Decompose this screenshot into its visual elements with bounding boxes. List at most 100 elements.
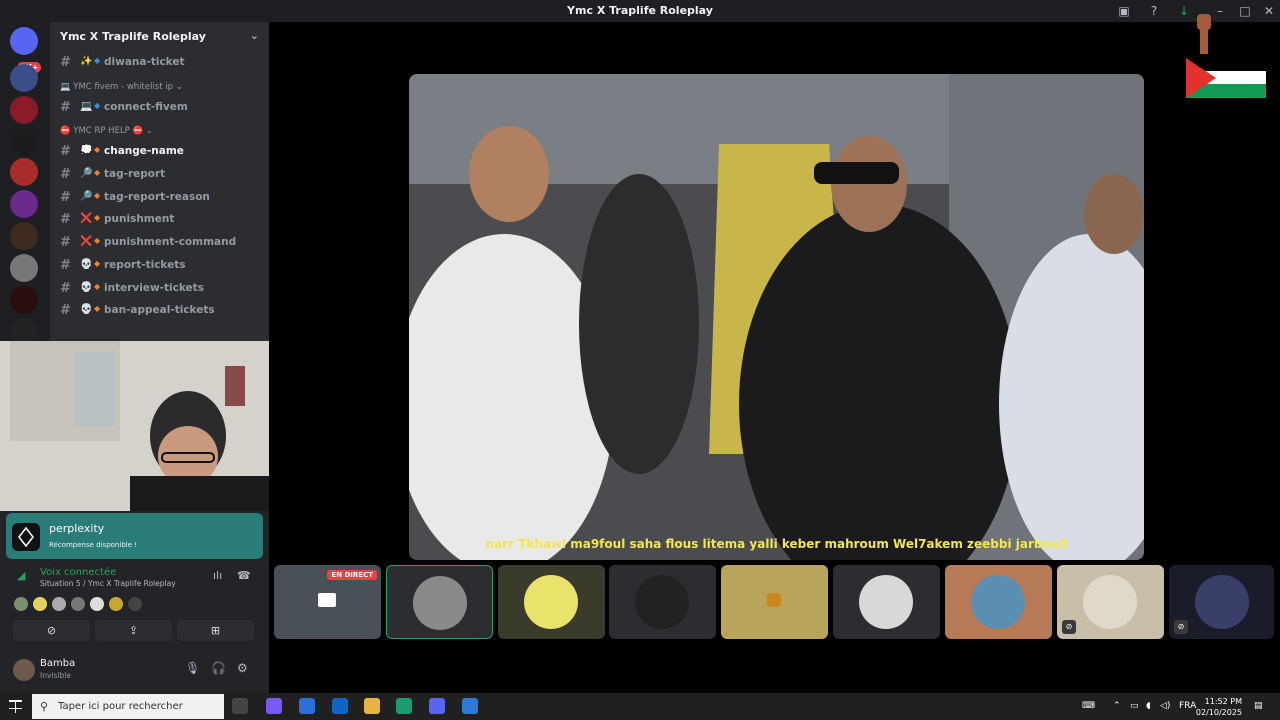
channel-item[interactable]: # 💀 ◆ interview-tickets: [50, 278, 269, 301]
windows-start-icon[interactable]: [9, 700, 22, 715]
channel-hash-icon: #: [60, 303, 71, 319]
channel-label: report-tickets: [104, 258, 186, 271]
inbox-icon[interactable]: ▣: [1116, 3, 1132, 19]
channel-label: interview-tickets: [104, 281, 204, 294]
server-icon[interactable]: [10, 96, 38, 124]
participant-tile[interactable]: [945, 565, 1052, 639]
channel-emoji: 💻: [80, 100, 93, 112]
chevron-up-icon[interactable]: ⌃: [1113, 701, 1121, 711]
channel-emoji: ✨: [80, 56, 93, 67]
outlook-icon[interactable]: [332, 698, 348, 714]
channel-emoji: 🔎: [80, 190, 93, 202]
voice-location[interactable]: Situation 5 / Ymc X Traplife Roleplay: [40, 579, 176, 588]
volume-icon[interactable]: ◁): [1160, 701, 1170, 711]
participant-tile[interactable]: [498, 565, 605, 639]
participant-tile[interactable]: ⊘: [1057, 565, 1164, 639]
server-icon[interactable]: [10, 286, 38, 314]
avatar: [1083, 575, 1137, 629]
direct-messages-icon[interactable]: [10, 27, 38, 55]
network-icon[interactable]: ▭: [1130, 701, 1139, 711]
participant-tile[interactable]: EN DIRECT: [274, 565, 381, 639]
channel-item[interactable]: # 🔎 ◆ tag-report: [50, 164, 269, 187]
channel-hash-icon: #: [60, 167, 71, 183]
channel-item[interactable]: # 💀 ◆ report-tickets: [50, 255, 269, 278]
edge-icon[interactable]: [396, 698, 412, 714]
screen-share-button[interactable]: ⇪: [95, 620, 172, 641]
participant-tile[interactable]: [386, 565, 493, 639]
diamond-icon: ◆: [94, 304, 101, 314]
channel-label: diwana-ticket: [104, 56, 185, 68]
channel-hash-icon: #: [60, 257, 71, 273]
server-icon[interactable]: [10, 254, 38, 282]
channel-item[interactable]: # ❌ ◆ punishment: [50, 209, 269, 232]
server-icon[interactable]: [10, 190, 38, 218]
signal-icon[interactable]: ◢: [17, 569, 25, 582]
file-explorer-icon[interactable]: [364, 698, 380, 714]
task-view-icon[interactable]: [232, 698, 248, 714]
discord-icon[interactable]: [429, 698, 445, 714]
channel-category[interactable]: ⛔ YMC RP HELP ⛔ ⌄: [50, 119, 269, 141]
microphone-tray-icon[interactable]: ◖: [1146, 701, 1151, 711]
help-icon[interactable]: ?: [1146, 3, 1162, 19]
settings-gear-icon[interactable]: ⚙: [237, 661, 248, 675]
guild-header[interactable]: Ymc X Traplife Roleplay ⌄: [50, 22, 269, 52]
activities-button[interactable]: ⊞: [177, 620, 254, 641]
server-icon[interactable]: [10, 222, 38, 250]
promo-banner[interactable]: perplexity Récompense disponible !: [6, 513, 263, 559]
channel-item[interactable]: # 💀 ◆ ban-appeal-tickets: [50, 300, 269, 323]
user-status: Invisible: [40, 671, 71, 680]
notifications-icon[interactable]: ▤: [1254, 701, 1263, 711]
channel-item[interactable]: # 🔎 ◆ tag-report-reason: [50, 187, 269, 210]
channel-hash-icon: #: [60, 144, 71, 160]
app-icon[interactable]: [462, 698, 478, 714]
close-icon[interactable]: ✕: [1261, 3, 1277, 19]
copilot-icon[interactable]: [266, 698, 282, 714]
keyboard-icon[interactable]: ⌨: [1082, 701, 1095, 711]
noise-suppression-icon[interactable]: ılı: [213, 569, 222, 582]
voice-connected-label[interactable]: Voix connectée: [40, 567, 116, 578]
participant-tile[interactable]: ⊘: [1169, 565, 1274, 639]
stream-video[interactable]: narr Tkhawi ma9foul saha flous litema ya…: [409, 74, 1144, 560]
avatar[interactable]: [14, 597, 28, 611]
clock[interactable]: 11:52 PM 02/10/2025: [1196, 696, 1242, 718]
maximize-icon[interactable]: □: [1237, 3, 1253, 19]
windows-taskbar: ⚲ Taper ici pour rechercher ⌨ ⌃ ▭ ◖ ◁) F…: [0, 693, 1280, 720]
webcam-image: [0, 341, 303, 511]
camera-off-button[interactable]: ⊘: [13, 620, 90, 641]
channel-item[interactable]: # ❌ ◆ punishment-command: [50, 232, 269, 255]
channel-item[interactable]: # 💻 ◆ connect-fivem: [50, 97, 269, 120]
clock-date: 02/10/2025: [1195, 708, 1242, 717]
headphones-icon[interactable]: 🎧: [211, 661, 226, 675]
perplexity-logo-icon: [12, 523, 40, 551]
avatar[interactable]: [109, 597, 123, 611]
diamond-icon: ◆: [94, 145, 101, 155]
avatar[interactable]: [128, 597, 142, 611]
avatar[interactable]: [90, 597, 104, 611]
channel-label: punishment: [104, 213, 175, 226]
username: Bamba: [40, 658, 76, 669]
participant-tile[interactable]: [721, 565, 828, 639]
participant-tile[interactable]: [609, 565, 716, 639]
avatar[interactable]: [52, 597, 66, 611]
language-indicator[interactable]: FRA: [1179, 701, 1196, 711]
microphone-icon[interactable]: 🎙: [185, 661, 200, 675]
store-icon[interactable]: [299, 698, 315, 714]
server-icon[interactable]: [10, 158, 38, 186]
avatar: [767, 593, 781, 607]
channel-item[interactable]: # 💭 ◆ change-name: [50, 141, 269, 164]
diamond-icon: ◆: [94, 56, 101, 65]
clock-time: 11:52 PM: [1204, 697, 1242, 706]
disconnect-icon[interactable]: ☎: [237, 569, 251, 582]
avatar: [859, 575, 913, 629]
avatar[interactable]: [71, 597, 85, 611]
promo-subtitle: Récompense disponible !: [49, 541, 138, 549]
participant-tile[interactable]: [833, 565, 940, 639]
channel-emoji: ❌: [80, 213, 93, 225]
channel-item[interactable]: # ✨ ◆ diwana-ticket: [50, 52, 269, 75]
taskbar-search[interactable]: ⚲ Taper ici pour rechercher: [32, 694, 224, 719]
server-icon[interactable]: [10, 128, 38, 156]
avatar[interactable]: [33, 597, 47, 611]
server-icon[interactable]: [10, 64, 38, 92]
download-icon[interactable]: ↓: [1176, 3, 1192, 19]
channel-category[interactable]: 💻 YMC fivem - whitelist ip ⌄: [50, 75, 269, 97]
